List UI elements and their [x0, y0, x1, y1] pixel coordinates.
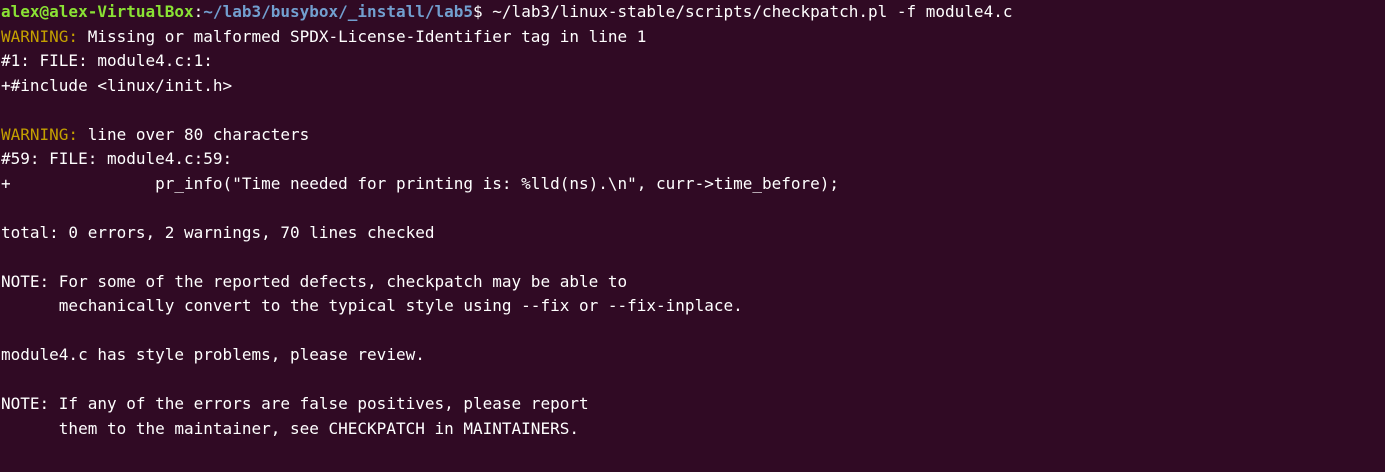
- warning-line: WARNING: line over 80 characters: [1, 123, 1385, 148]
- warning-tag: WARNING:: [1, 124, 79, 144]
- terminal-window[interactable]: alex@alex-VirtualBox:~/lab3/busybox/_ins…: [0, 0, 1385, 472]
- prompt-user-host: alex@alex-VirtualBox: [1, 2, 194, 21]
- warning-message: line over 80 characters: [78, 124, 310, 144]
- warning-message: Missing or malformed SPDX-License-Identi…: [78, 26, 647, 46]
- summary-line: total: 0 errors, 2 warnings, 70 lines ch…: [1, 222, 435, 242]
- warning-location: #1: FILE: module4.c:1:: [1, 51, 213, 70]
- warning-location: #59: FILE: module4.c:59:: [1, 149, 233, 168]
- command-line: alex@alex-VirtualBox:~/lab3/busybox/_ins…: [1, 0, 1385, 25]
- warning-tag: WARNING:: [1, 26, 79, 46]
- style-problems-line: module4.c has style problems, please rev…: [1, 345, 425, 364]
- note-line: NOTE: If any of the errors are false pos…: [1, 394, 589, 413]
- note-line: them to the maintainer, see CHECKPATCH i…: [1, 418, 579, 438]
- warning-code: +#include <linux/init.h>: [1, 75, 233, 95]
- prompt-path: ~/lab3/busybox/_install/lab5: [203, 2, 474, 21]
- command-text: ~/lab3/linux-stable/scripts/checkpatch.p…: [482, 2, 1013, 21]
- prompt-symbol: $: [473, 2, 483, 21]
- note-line: mechanically convert to the typical styl…: [1, 296, 743, 315]
- prompt-separator: :: [193, 2, 204, 21]
- note-line: NOTE: For some of the reported defects, …: [1, 271, 628, 291]
- warning-code: + pr_info("Time needed for printing is: …: [1, 173, 840, 193]
- warning-line: WARNING: Missing or malformed SPDX-Licen…: [1, 25, 1385, 50]
